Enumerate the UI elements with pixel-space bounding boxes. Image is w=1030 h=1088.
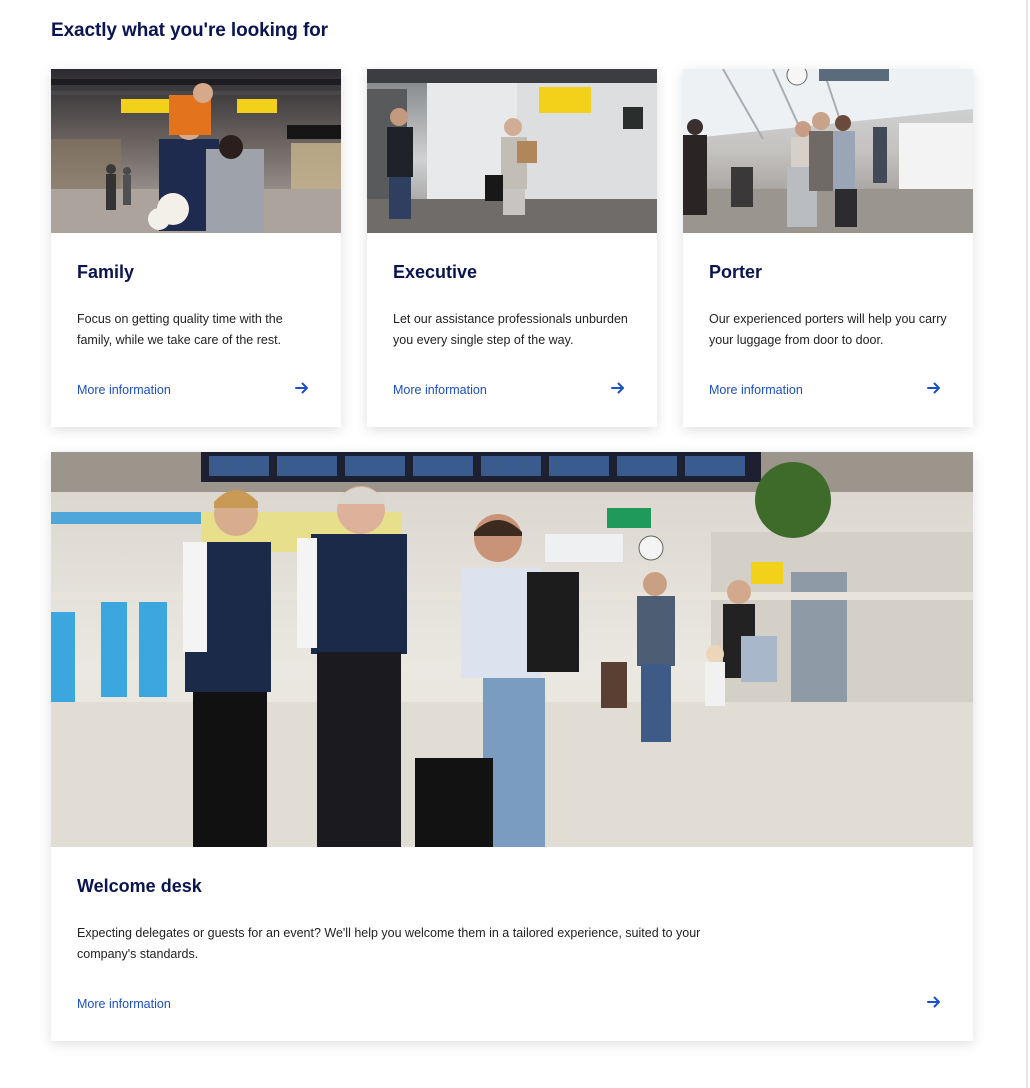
card-image-family [51, 69, 341, 233]
card-executive[interactable]: Executive Let our assistance professiona… [367, 69, 657, 427]
card-porter[interactable]: Porter Our experienced porters will help… [683, 69, 973, 427]
card-description: Our experienced porters will help you ca… [709, 312, 947, 347]
arrow-right-icon[interactable] [927, 995, 941, 1009]
section-title: Exactly what you're looking for [51, 20, 328, 41]
card-title: Family [77, 262, 135, 282]
card-description: Let our assistance professionals unburde… [393, 312, 628, 347]
card-title: Welcome desk [77, 876, 202, 896]
arrow-right-icon[interactable] [611, 381, 625, 395]
card-welcome-desk[interactable]: Welcome desk Expecting delegates or gues… [51, 452, 973, 1041]
arrow-right-icon[interactable] [295, 381, 309, 395]
card-title: Executive [393, 262, 478, 282]
card-description: Focus on getting quality time with the f… [77, 312, 283, 347]
card-image-porter [683, 69, 973, 233]
page: Exactly what you're looking for Family F… [0, 0, 1028, 1088]
arrow-right-icon[interactable] [927, 381, 941, 395]
more-information-link[interactable]: More information [77, 997, 171, 1011]
more-information-link[interactable]: More information [709, 383, 803, 397]
card-image-welcome-desk [51, 452, 973, 847]
more-information-link[interactable]: More information [77, 383, 171, 397]
card-title: Porter [709, 262, 763, 282]
card-description: Expecting delegates or guests for an eve… [77, 926, 701, 961]
card-image-executive [367, 69, 657, 233]
more-information-link[interactable]: More information [393, 383, 487, 397]
card-family[interactable]: Family Focus on getting quality time wit… [51, 69, 341, 427]
